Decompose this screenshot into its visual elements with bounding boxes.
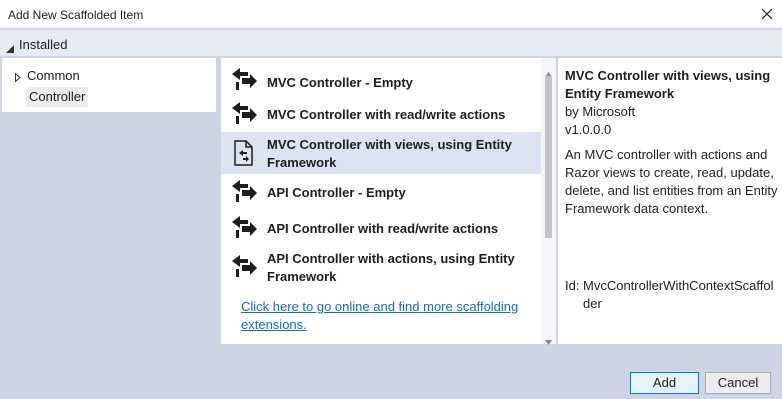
- details-description: An MVC controller with actions and Razor…: [565, 147, 778, 216]
- details-id-label: Id:: [565, 278, 580, 293]
- list-item[interactable]: MVC Controller - Empty: [221, 64, 541, 96]
- installed-label: Installed: [19, 37, 68, 52]
- title-bar: Add New Scaffolded Item: [0, 0, 782, 29]
- list-item[interactable]: API Controller - Empty: [221, 176, 541, 208]
- controller-icon: [230, 178, 258, 206]
- template-label: API Controller with actions, using Entit…: [267, 251, 515, 284]
- template-label: MVC Controller with read/write actions: [267, 107, 506, 122]
- list-item[interactable]: MVC Controller with views, using Entity …: [221, 132, 541, 174]
- controller-icon: [230, 100, 258, 128]
- controller-icon: [230, 214, 258, 242]
- cancel-button[interactable]: Cancel: [705, 372, 771, 394]
- details-panel: MVC Controller with views, using Entity …: [558, 58, 782, 344]
- template-label: MVC Controller - Empty: [267, 75, 413, 90]
- vertical-scrollbar[interactable]: [541, 58, 556, 345]
- details-version: v1.0.0.0: [565, 122, 612, 137]
- controller-icon: [230, 66, 258, 94]
- expand-arrow-icon[interactable]: [15, 68, 21, 88]
- controller-views-icon: [230, 139, 258, 167]
- collapse-triangle-icon[interactable]: [6, 40, 14, 58]
- dialog-title: Add New Scaffolded Item: [8, 8, 144, 22]
- tree-item-common[interactable]: Common: [27, 66, 80, 86]
- template-label: MVC Controller with views, using Entity …: [267, 137, 512, 170]
- scroll-down-icon[interactable]: [545, 332, 552, 350]
- close-icon[interactable]: [756, 4, 778, 24]
- controller-icon: [230, 253, 258, 281]
- installed-header[interactable]: Installed: [0, 30, 782, 56]
- online-extensions-link[interactable]: Click here to go online and find more sc…: [241, 298, 541, 334]
- list-item[interactable]: API Controller with actions, using Entit…: [221, 246, 541, 288]
- add-button[interactable]: Add: [630, 372, 699, 394]
- details-author: by Microsoft: [565, 104, 636, 119]
- tree-item-controller[interactable]: Controller: [26, 87, 89, 107]
- details-id-value: MvcControllerWithContextScaffolder: [583, 278, 774, 311]
- details-title: MVC Controller with views, using Entity …: [565, 68, 771, 101]
- scrollbar-thumb[interactable]: [545, 76, 552, 238]
- template-label: API Controller - Empty: [267, 185, 406, 200]
- list-item[interactable]: API Controller with read/write actions: [221, 212, 541, 244]
- template-label: API Controller with read/write actions: [267, 221, 499, 236]
- list-item[interactable]: MVC Controller with read/write actions: [221, 98, 541, 130]
- category-tree: Common Controller: [2, 58, 216, 112]
- template-list: MVC Controller - Empty MVC Controller wi…: [221, 58, 556, 345]
